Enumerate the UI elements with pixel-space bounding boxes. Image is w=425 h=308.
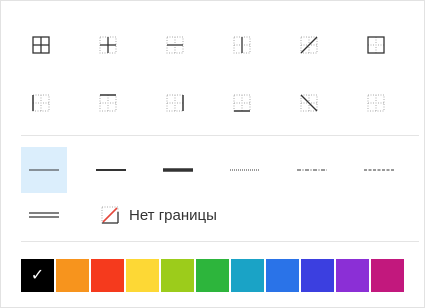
dash-dot-line-button[interactable] (289, 147, 335, 193)
no-borders-grid-button[interactable] (356, 83, 396, 123)
medium-line-button[interactable] (88, 147, 134, 193)
thick-line-button[interactable] (155, 147, 201, 193)
diagonal-down-border-button[interactable] (289, 83, 329, 123)
color-swatch[interactable] (266, 259, 299, 292)
dotted-line-icon (230, 169, 260, 171)
border-position-row-1 (21, 25, 421, 65)
all-borders-icon (32, 36, 50, 54)
color-swatch[interactable] (336, 259, 369, 292)
border-position-row-2 (21, 83, 421, 123)
border-settings-panel: Нет границы ✓ (0, 0, 425, 308)
double-line-button[interactable] (21, 197, 67, 233)
thin-line-icon (29, 169, 59, 171)
outer-borders-button[interactable] (356, 25, 396, 65)
inner-horizontal-border-icon (166, 36, 184, 54)
color-swatch[interactable] (301, 259, 334, 292)
dashed-line-button[interactable] (356, 147, 402, 193)
color-palette: ✓ (21, 259, 404, 292)
color-swatch[interactable] (371, 259, 404, 292)
inner-vertical-border-button[interactable] (222, 25, 262, 65)
no-border-label: Нет границы (129, 206, 217, 224)
right-border-icon (166, 94, 184, 112)
inner-vertical-border-icon (233, 36, 251, 54)
color-swatch[interactable] (126, 259, 159, 292)
inner-horizontal-border-button[interactable] (155, 25, 195, 65)
color-swatch[interactable] (91, 259, 124, 292)
bottom-border-button[interactable] (222, 83, 262, 123)
diagonal-down-border-icon (300, 94, 318, 112)
all-borders-button[interactable] (21, 25, 61, 65)
thin-line-button[interactable] (21, 147, 67, 193)
color-swatch[interactable] (231, 259, 264, 292)
divider (21, 135, 419, 136)
inner-borders-icon (99, 36, 117, 54)
color-swatch[interactable] (56, 259, 89, 292)
dotted-line-button[interactable] (222, 147, 268, 193)
line-style-row (21, 147, 421, 193)
top-border-button[interactable] (88, 83, 128, 123)
left-border-button[interactable] (21, 83, 61, 123)
color-swatch[interactable] (161, 259, 194, 292)
diagonal-up-border-icon (300, 36, 318, 54)
double-line-icon (29, 212, 59, 218)
color-swatch[interactable]: ✓ (21, 259, 54, 292)
top-border-icon (99, 94, 117, 112)
medium-line-icon (96, 169, 126, 171)
thick-line-icon (163, 168, 193, 172)
no-border-button[interactable]: Нет границы (95, 197, 223, 233)
check-icon: ✓ (30, 266, 45, 284)
no-borders-grid-icon (367, 94, 385, 112)
no-border-icon (101, 206, 119, 224)
dash-dot-line-icon (297, 169, 327, 171)
color-swatch[interactable] (196, 259, 229, 292)
right-border-button[interactable] (155, 83, 195, 123)
bottom-border-icon (233, 94, 251, 112)
inner-borders-button[interactable] (88, 25, 128, 65)
dashed-line-icon (364, 169, 394, 171)
diagonal-up-border-button[interactable] (289, 25, 329, 65)
outer-borders-icon (367, 36, 385, 54)
left-border-icon (32, 94, 50, 112)
divider (21, 241, 419, 242)
